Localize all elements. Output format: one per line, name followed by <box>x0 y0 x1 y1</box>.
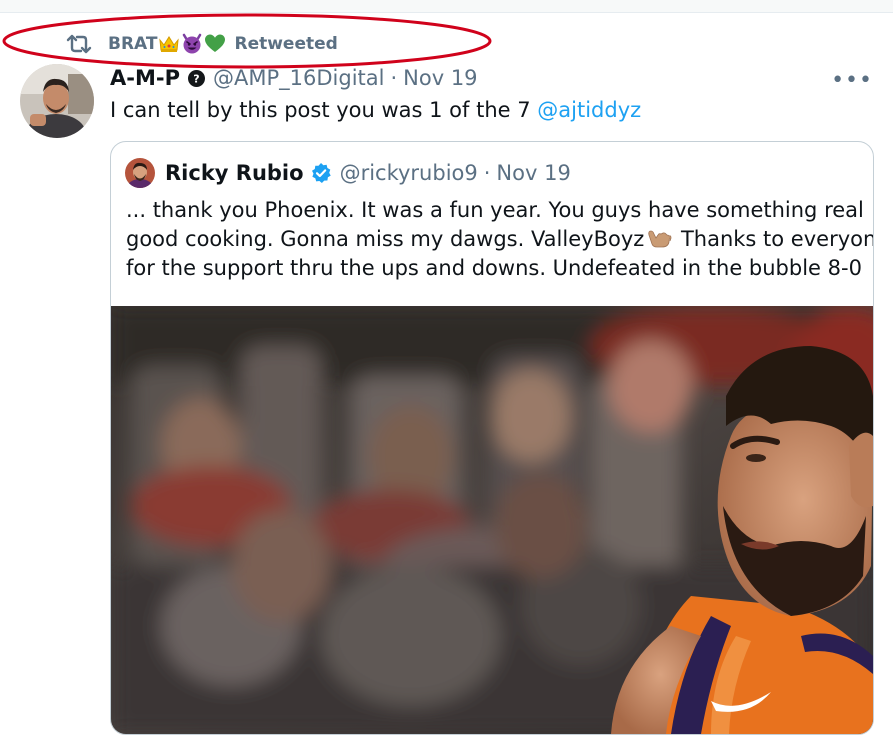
quoted-author-handle[interactable]: @rickyrubio9 <box>340 161 478 185</box>
retweet-icon <box>66 34 92 54</box>
tweet-text: I can tell by this post you was 1 of the… <box>110 98 641 122</box>
author-name[interactable]: A-M-P <box>110 66 180 90</box>
quoted-text-line: for the support thru the ups and downs. … <box>126 256 862 280</box>
smiling-devil-emoji-icon <box>183 33 202 54</box>
mention-link[interactable]: @ajtiddyz <box>537 98 641 122</box>
retweet-banner: BRAT Retweeted <box>64 30 338 58</box>
protected-account-icon: ? <box>187 69 205 87</box>
quoted-text-segment: good cooking. Gonna miss my dawgs. Valle… <box>126 227 645 251</box>
green-heart-emoji-icon <box>205 34 226 52</box>
more-options-icon[interactable]: ••• <box>831 68 873 93</box>
quoted-text-segment: Thanks to everyone <box>674 227 874 251</box>
retweeter-name[interactable]: BRAT <box>108 34 157 54</box>
quoted-header-separator: · <box>483 161 491 185</box>
quoted-tweet-card[interactable]: Ricky Rubio @rickyrubio9 · Nov 19 ... th… <box>110 141 874 735</box>
top-divider <box>0 0 893 13</box>
svg-text:?: ? <box>193 72 199 85</box>
header-separator: · <box>390 66 398 90</box>
quoted-text-line: good cooking. Gonna miss my dawgs. Valle… <box>126 225 873 254</box>
tweet-date[interactable]: Nov 19 <box>403 66 477 90</box>
retweeted-label: Retweeted <box>234 34 338 54</box>
call-me-hand-emoji-icon <box>648 230 672 248</box>
crown-emoji-icon <box>159 36 180 52</box>
tweet-body: I can tell by this post you was 1 of the… <box>110 98 538 122</box>
quoted-author-avatar[interactable] <box>125 158 155 188</box>
verified-badge-icon <box>311 163 331 183</box>
quoted-tweet-text: ... thank you Phoenix. It was a fun year… <box>126 196 873 283</box>
quoted-author-name[interactable]: Ricky Rubio <box>165 161 304 185</box>
quoted-tweet-date[interactable]: Nov 19 <box>496 161 570 185</box>
quoted-text-line: ... thank you Phoenix. It was a fun year… <box>126 198 864 222</box>
author-avatar[interactable] <box>20 64 94 138</box>
tweet-header: A-M-P ? @AMP_16Digital · Nov 19 <box>110 66 478 90</box>
author-handle[interactable]: @AMP_16Digital <box>213 66 384 90</box>
quoted-tweet-header: Ricky Rubio @rickyrubio9 · Nov 19 <box>125 158 571 188</box>
quoted-tweet-image[interactable] <box>111 306 873 734</box>
